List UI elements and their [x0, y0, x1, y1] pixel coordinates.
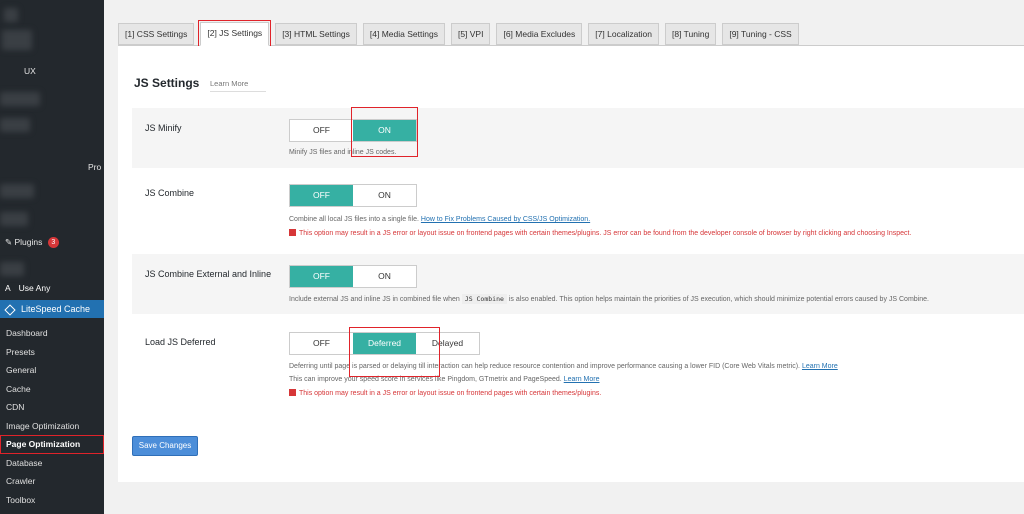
- sidebar-item-pro[interactable]: Pro: [88, 162, 101, 172]
- setting-label: JS Combine External and Inline: [145, 269, 272, 279]
- sidebar-item-litespeed-cache[interactable]: LiteSpeed Cache: [0, 300, 104, 318]
- warning-icon: [289, 229, 296, 236]
- js-minify-off-option[interactable]: OFF: [290, 120, 353, 141]
- js-combine-off-option[interactable]: OFF: [290, 185, 353, 206]
- submenu-database[interactable]: Database: [0, 454, 104, 473]
- setting-description: Deferring until page is parsed or delayi…: [289, 363, 838, 370]
- setting-description: Minify JS files and inline JS codes.: [289, 149, 397, 156]
- blurred-menu-item: [0, 92, 40, 106]
- tab-vpi[interactable]: [5] VPI: [450, 23, 491, 45]
- warning-text: This option may result in a JS error or …: [289, 389, 601, 397]
- submenu-image-optimization[interactable]: Image Optimization: [0, 417, 104, 436]
- submenu-cache[interactable]: Cache: [0, 380, 104, 399]
- submenu-toolbox[interactable]: Toolbox: [0, 491, 104, 510]
- setting-label: Load JS Deferred: [145, 337, 216, 347]
- description-text: Include external JS and inline JS in com…: [289, 296, 460, 303]
- blurred-menu-item: [0, 118, 30, 132]
- warning-message: This option may result in a JS error or …: [299, 390, 602, 397]
- sidebar-item-label: Plugins: [14, 237, 43, 247]
- admin-sidebar: UX Pro ✎ Plugins 3 A Use Any LiteSpeed Ca…: [0, 0, 104, 514]
- tab-css-settings[interactable]: [1] CSS Settings: [118, 23, 195, 45]
- setting-label: JS Combine: [145, 188, 195, 198]
- section-title: JS Settings: [134, 76, 200, 90]
- setting-description: Combine all local JS files into a single…: [289, 216, 590, 223]
- litespeed-submenu: Dashboard Presets General Cache CDN Imag…: [0, 324, 104, 509]
- sidebar-item-label: LiteSpeed Cache: [21, 304, 91, 314]
- submenu-dashboard[interactable]: Dashboard: [0, 324, 104, 343]
- sidebar-item-use-any[interactable]: A Use Any: [5, 283, 50, 293]
- description-text: Combine all local JS files into a single…: [289, 216, 419, 223]
- blurred-menu-icon: [4, 8, 18, 22]
- js-combine-code-tag: JS Combine: [461, 294, 507, 304]
- blurred-menu-item: [0, 262, 24, 276]
- description-text: is also enabled. This option helps maint…: [508, 296, 929, 303]
- description-text: Deferring until page is parsed or delayi…: [289, 363, 800, 370]
- litespeed-diamond-icon: [4, 303, 16, 316]
- submenu-general[interactable]: General: [0, 361, 104, 380]
- submenu-crawler[interactable]: Crawler: [0, 472, 104, 491]
- setting-row-js-combine-external-inline: JS Combine External and Inline OFF ON In…: [132, 254, 1024, 314]
- warning-icon: [289, 389, 296, 396]
- blurred-menu-item: [0, 212, 28, 226]
- tab-media-settings[interactable]: [4] Media Settings: [362, 23, 445, 45]
- js-minify-toggle: OFF ON: [289, 119, 417, 142]
- submenu-cdn[interactable]: CDN: [0, 398, 104, 417]
- js-combine-on-option[interactable]: ON: [353, 185, 416, 206]
- setting-row-js-minify: JS Minify OFF ON Minify JS files and inl…: [132, 108, 1024, 168]
- warning-message: This option may result in a JS error or …: [299, 230, 912, 237]
- tab-localization[interactable]: [7] Localization: [588, 23, 659, 45]
- settings-panel: JS Settings Learn More JS Minify OFF ON …: [118, 46, 1024, 482]
- learn-more-fid-link[interactable]: Learn More: [802, 363, 838, 370]
- sidebar-item-label: Use Any: [18, 283, 51, 293]
- load-js-delayed-option[interactable]: Delayed: [416, 333, 479, 354]
- plugins-icon: ✎: [5, 237, 13, 247]
- tab-html-settings[interactable]: [3] HTML Settings: [275, 23, 357, 45]
- setting-row-load-js-deferred: Load JS Deferred OFF Deferred Delayed De…: [132, 322, 1024, 412]
- setting-row-js-combine: JS Combine OFF ON Combine all local JS f…: [132, 168, 1024, 248]
- setting-label: JS Minify: [145, 123, 182, 133]
- description-text: This can improve your speed score in ser…: [289, 376, 562, 383]
- fix-problems-link[interactable]: How to Fix Problems Caused by CSS/JS Opt…: [421, 216, 590, 223]
- submenu-presets[interactable]: Presets: [0, 343, 104, 362]
- user-icon: A: [5, 283, 11, 293]
- learn-more-link[interactable]: Learn More: [210, 79, 266, 92]
- blurred-menu-item: [2, 30, 32, 50]
- submenu-page-optimization[interactable]: Page Optimization: [0, 435, 104, 454]
- js-combine-external-toggle: OFF ON: [289, 265, 417, 288]
- tab-media-excludes[interactable]: [6] Media Excludes: [496, 23, 583, 45]
- load-js-deferred-option[interactable]: Deferred: [353, 333, 416, 354]
- sidebar-item-ux[interactable]: UX: [24, 66, 36, 76]
- setting-description: Include external JS and inline JS in com…: [289, 294, 929, 304]
- update-count-badge: 3: [47, 237, 59, 249]
- save-changes-button[interactable]: Save Changes: [132, 436, 198, 456]
- tab-js-settings[interactable]: [2] JS Settings: [198, 20, 272, 48]
- warning-text: This option may result in a JS error or …: [289, 229, 911, 237]
- blurred-menu-item: [0, 184, 34, 198]
- learn-more-speed-link[interactable]: Learn More: [564, 376, 600, 383]
- setting-description: This can improve your speed score in ser…: [289, 376, 600, 383]
- js-combine-toggle: OFF ON: [289, 184, 417, 207]
- tab-tuning-css[interactable]: [9] Tuning - CSS: [722, 23, 799, 45]
- js-minify-on-option[interactable]: ON: [353, 120, 416, 141]
- js-combine-external-on-option[interactable]: ON: [353, 266, 416, 287]
- load-js-off-option[interactable]: OFF: [290, 333, 353, 354]
- tab-tuning[interactable]: [8] Tuning: [665, 23, 717, 45]
- js-combine-external-off-option[interactable]: OFF: [290, 266, 353, 287]
- settings-tabs: [1] CSS Settings [2] JS Settings [3] HTM…: [118, 20, 805, 48]
- sidebar-item-plugins[interactable]: ✎ Plugins 3: [5, 237, 59, 249]
- load-js-deferred-toggle: OFF Deferred Delayed: [289, 332, 480, 355]
